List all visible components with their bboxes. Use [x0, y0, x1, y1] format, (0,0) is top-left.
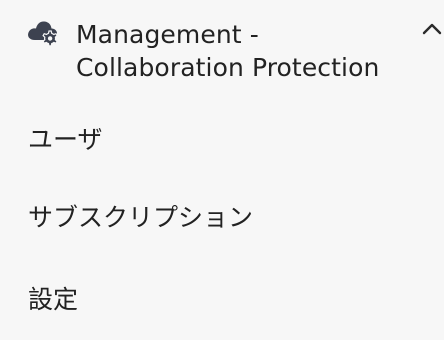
section-header-management[interactable]: Management - Collaboration Protection [0, 0, 444, 100]
sidebar-item-settings[interactable]: 設定 [0, 274, 444, 326]
sidebar-item-users[interactable]: ユーザ [0, 114, 444, 166]
cloud-gear-icon [26, 16, 62, 48]
management-nav-section: Management - Collaboration Protection ユー… [0, 0, 444, 340]
sidebar-item-subscription[interactable]: サブスクリプション [0, 192, 444, 244]
sidebar-item-settings-label: 設定 [28, 285, 79, 314]
section-title: Management - Collaboration Protection [76, 20, 380, 82]
sidebar-item-users-label: ユーザ [28, 125, 103, 154]
sidebar-item-subscription-label: サブスクリプション [28, 203, 254, 232]
chevron-up-icon[interactable] [420, 18, 444, 40]
